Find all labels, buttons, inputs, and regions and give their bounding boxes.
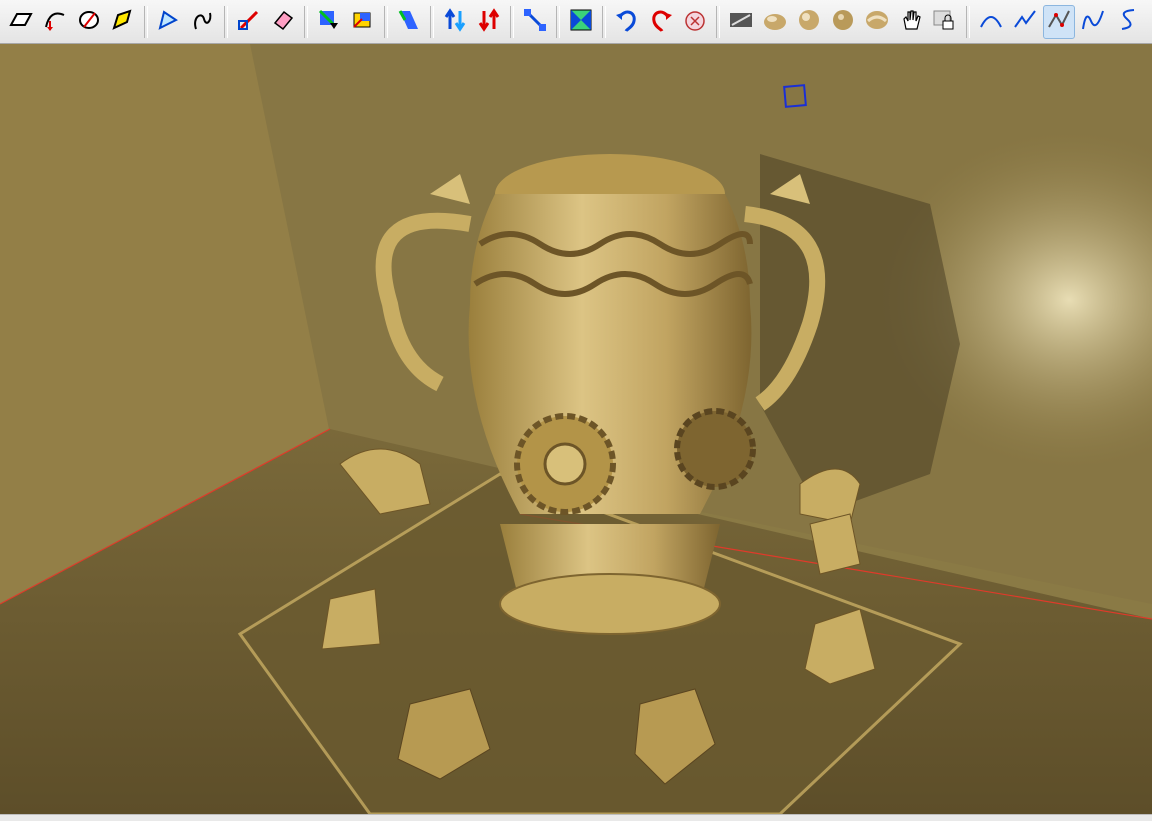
toolbar-separator [224,5,228,38]
edit-tools-group [152,0,220,43]
move-icon [236,7,262,37]
lock-icon [932,7,958,37]
toolbar-separator [304,5,308,38]
offset-tool-button[interactable] [153,5,185,39]
sphere-4-button[interactable] [861,5,893,39]
offset-icon [156,7,182,37]
freehand-tool-button[interactable] [187,5,219,39]
curve-zigzag-button[interactable] [1009,5,1041,39]
arc-tool-button[interactable] [39,5,71,39]
rotate-tools-group [610,0,712,43]
face-tools-group [312,0,380,43]
curve-n-icon [1080,7,1106,37]
paint-bucket-icon [350,7,376,37]
curve-tools-group [974,0,1144,43]
measure-tools-group [518,0,552,43]
push-pull-tool-button[interactable] [313,5,345,39]
rotate-right-tool-button[interactable] [645,5,677,39]
polygon-icon [110,7,136,37]
toolbar-separator [966,5,970,38]
move-tool-button[interactable] [233,5,265,39]
walk-tool-button[interactable] [679,5,711,39]
lock-tool-button[interactable] [929,5,961,39]
rectangle-tool-button[interactable] [5,5,37,39]
scene-render [0,44,1152,814]
eraser-tool-button[interactable] [267,5,299,39]
toolbar-separator [384,5,388,38]
circle-icon [76,7,102,37]
sphere-1-icon [762,7,788,37]
follow-me-tool-button[interactable] [393,5,425,39]
scale-down-tool-button[interactable] [473,5,505,39]
shadow-icon [728,7,754,37]
rotate-left-tool-button[interactable] [611,5,643,39]
curve-s-icon [1114,7,1140,37]
sphere-2-icon [796,7,822,37]
paint-bucket-tool-button[interactable] [347,5,379,39]
eraser-icon [270,7,296,37]
tape-measure-tool-button[interactable] [519,5,551,39]
toolbar-separator [510,5,514,38]
toolbar-separator [602,5,606,38]
scale-up-icon [442,7,468,37]
render-tools-group [724,0,962,43]
curve-n-button[interactable] [1077,5,1109,39]
modify-tools-group [232,0,300,43]
sphere-3-icon [830,7,856,37]
toolbar-separator [556,5,560,38]
shadow-tool-button[interactable] [725,5,757,39]
sphere-2-button[interactable] [793,5,825,39]
section-tools-group [564,0,598,43]
draw-tools-group [4,0,140,43]
section-plane-tool-button[interactable] [565,5,597,39]
pan-tool-button[interactable] [895,5,927,39]
polygon-tool-button[interactable] [107,5,139,39]
scale-tools-group [438,0,506,43]
push-pull-icon [316,7,342,37]
walk-icon [682,7,708,37]
toolbar-separator [144,5,148,38]
curve-split-icon [1046,7,1072,37]
sphere-4-icon [864,7,890,37]
rectangle-icon [8,7,34,37]
freehand-icon [190,7,216,37]
toolbar-separator [716,5,720,38]
curve-split-button[interactable] [1043,4,1075,39]
toolbar-separator [430,5,434,38]
scale-down-icon [476,7,502,37]
curve-s-button[interactable] [1111,5,1143,39]
main-toolbar [0,0,1152,44]
transform-tools-group [392,0,426,43]
curve-arc-button[interactable] [975,5,1007,39]
curve-arc-icon [978,7,1004,37]
follow-me-icon [396,7,422,37]
pan-hand-icon [898,7,924,37]
arc-icon [42,7,68,37]
rotate-left-icon [614,7,640,37]
sphere-1-button[interactable] [759,5,791,39]
circle-tool-button[interactable] [73,5,105,39]
rotate-right-icon [648,7,674,37]
3d-viewport[interactable] [0,44,1152,814]
status-bar [0,814,1152,821]
tape-measure-icon [522,7,548,37]
sphere-3-button[interactable] [827,5,859,39]
curve-zigzag-icon [1012,7,1038,37]
scale-up-tool-button[interactable] [439,5,471,39]
section-plane-icon [568,7,594,37]
